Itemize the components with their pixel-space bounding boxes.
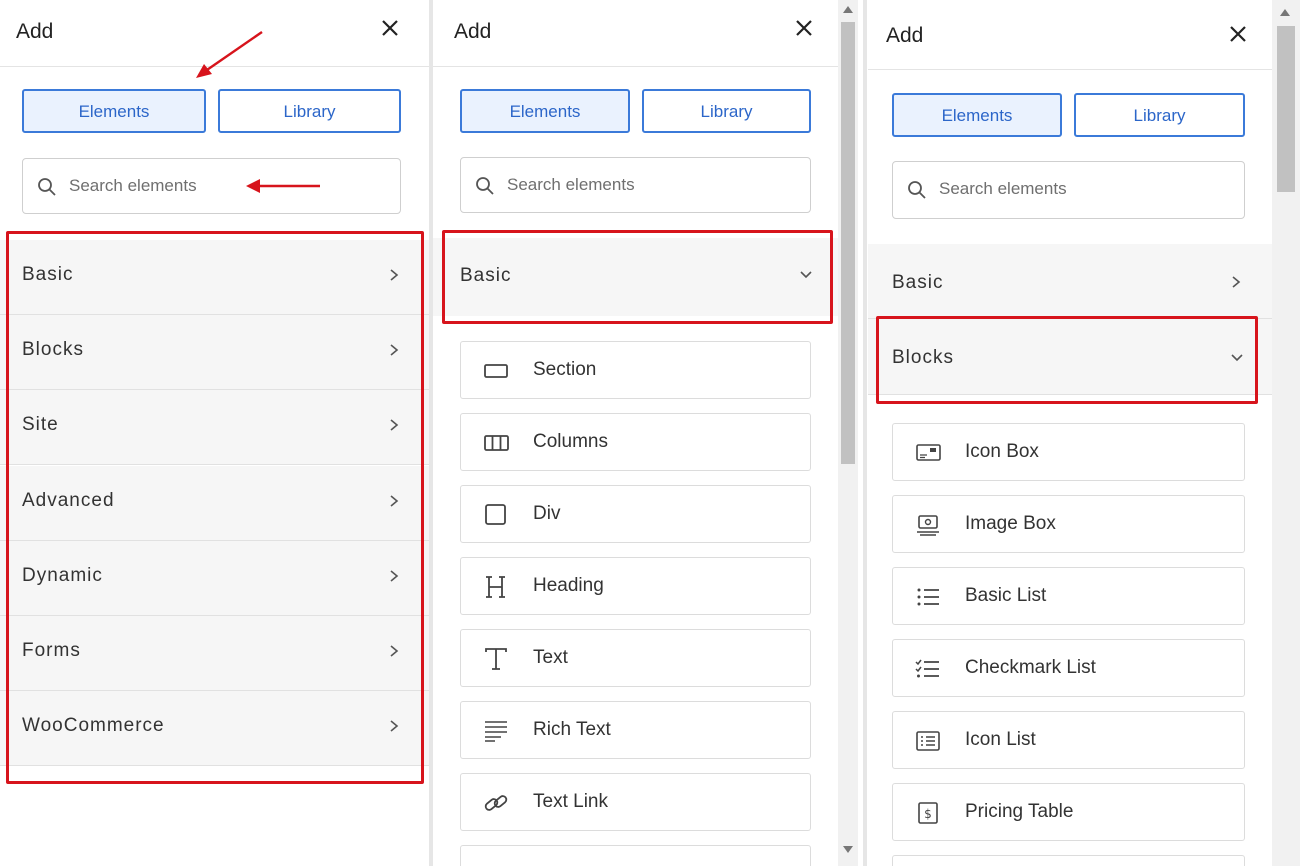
highlight-box-basic bbox=[442, 230, 833, 324]
annotation-arrow-icon bbox=[196, 31, 263, 78]
panel-title: Add bbox=[454, 20, 492, 43]
tab-library[interactable]: Library bbox=[218, 89, 401, 133]
element-icon-box[interactable]: Icon Box bbox=[892, 423, 1245, 481]
rich-text-icon bbox=[485, 721, 507, 742]
element-label: Div bbox=[533, 503, 561, 524]
div-icon bbox=[485, 504, 506, 525]
panel-title: Add bbox=[16, 20, 54, 43]
scrollbar-thumb[interactable] bbox=[841, 22, 855, 464]
tab-library[interactable]: Library bbox=[642, 89, 811, 133]
add-panel-blocks-expanded: Add Elements Library Search elements Bas… bbox=[868, 0, 1300, 866]
heading-icon bbox=[486, 576, 505, 598]
add-panel-collapsed: Add Elements Library Search elements Bas… bbox=[0, 0, 430, 866]
section-icon bbox=[484, 364, 508, 378]
search-input[interactable]: Search elements bbox=[892, 161, 1245, 219]
panel-divider bbox=[863, 0, 867, 866]
element-div[interactable]: Div bbox=[460, 485, 811, 543]
search-icon bbox=[908, 181, 926, 199]
columns-icon bbox=[484, 435, 509, 451]
element-basic-list[interactable]: Basic List bbox=[892, 567, 1245, 625]
scrollbar[interactable] bbox=[1272, 0, 1300, 866]
element-section[interactable]: Section bbox=[460, 341, 811, 399]
scrollbar-thumb[interactable] bbox=[1277, 26, 1295, 192]
basic-list-icon bbox=[917, 588, 939, 606]
scroll-up-icon[interactable] bbox=[843, 5, 853, 13]
element-label: Heading bbox=[533, 575, 604, 596]
pricing-table-icon: $ bbox=[918, 802, 938, 824]
element-label: Image Box bbox=[965, 513, 1056, 534]
close-icon[interactable] bbox=[1226, 22, 1250, 46]
element-checkmark-list[interactable]: Checkmark List bbox=[892, 639, 1245, 697]
scroll-up-icon[interactable] bbox=[1280, 8, 1290, 16]
element-heading[interactable]: Heading bbox=[460, 557, 811, 615]
chevron-right-icon bbox=[1232, 276, 1241, 288]
highlight-box-blocks bbox=[876, 316, 1258, 404]
element-label: Pricing Table bbox=[965, 801, 1074, 822]
element-label: Text Link bbox=[533, 791, 608, 812]
icon-list-icon bbox=[916, 731, 940, 751]
element-label: Icon Box bbox=[965, 441, 1039, 462]
annotation-arrow-icon bbox=[246, 179, 320, 193]
icon-box-icon bbox=[916, 444, 941, 461]
element-label: Checkmark List bbox=[965, 657, 1096, 678]
element-rich-text[interactable]: Rich Text bbox=[460, 701, 811, 759]
element-label: Rich Text bbox=[533, 719, 611, 740]
search-icon bbox=[476, 177, 494, 195]
element-pricing-table[interactable]: $ Pricing Table bbox=[892, 783, 1245, 841]
tab-elements[interactable]: Elements bbox=[460, 89, 630, 133]
panel-title: Add bbox=[886, 24, 924, 47]
close-icon[interactable] bbox=[792, 16, 816, 40]
search-placeholder: Search elements bbox=[507, 175, 635, 194]
element-next-partial[interactable] bbox=[460, 845, 811, 866]
panel-header: Add bbox=[868, 0, 1272, 70]
element-text-link[interactable]: Text Link bbox=[460, 773, 811, 831]
element-columns[interactable]: Columns bbox=[460, 413, 811, 471]
image-box-icon bbox=[917, 515, 939, 536]
search-input[interactable]: Search elements bbox=[460, 157, 811, 213]
search-input[interactable]: Search elements bbox=[22, 158, 401, 214]
close-icon[interactable] bbox=[378, 16, 402, 40]
search-placeholder: Search elements bbox=[69, 176, 197, 195]
element-next-partial[interactable] bbox=[892, 855, 1245, 866]
tab-library[interactable]: Library bbox=[1074, 93, 1245, 137]
text-icon bbox=[485, 648, 507, 670]
element-label: Columns bbox=[533, 431, 608, 452]
search-placeholder: Search elements bbox=[939, 179, 1067, 198]
element-icon-list[interactable]: Icon List bbox=[892, 711, 1245, 769]
category-label: Basic bbox=[892, 272, 944, 293]
svg-text:$: $ bbox=[924, 807, 932, 821]
element-text[interactable]: Text bbox=[460, 629, 811, 687]
element-label: Icon List bbox=[965, 729, 1036, 750]
element-image-box[interactable]: Image Box bbox=[892, 495, 1245, 553]
panel-header: Add bbox=[433, 0, 838, 67]
tab-elements[interactable]: Elements bbox=[892, 93, 1062, 137]
text-link-icon bbox=[484, 795, 508, 811]
scroll-down-icon[interactable] bbox=[843, 846, 853, 854]
tab-elements[interactable]: Elements bbox=[22, 89, 206, 133]
add-panel-basic-expanded: Add Elements Library Search elements Bas… bbox=[433, 0, 863, 866]
category-basic[interactable]: Basic bbox=[868, 244, 1272, 319]
scrollbar[interactable] bbox=[838, 0, 858, 866]
element-label: Basic List bbox=[965, 585, 1047, 606]
checkmark-list-icon bbox=[915, 659, 939, 678]
element-label: Text bbox=[533, 647, 568, 668]
highlight-box-categories bbox=[6, 231, 424, 784]
element-label: Section bbox=[533, 359, 597, 380]
search-icon bbox=[38, 178, 56, 196]
